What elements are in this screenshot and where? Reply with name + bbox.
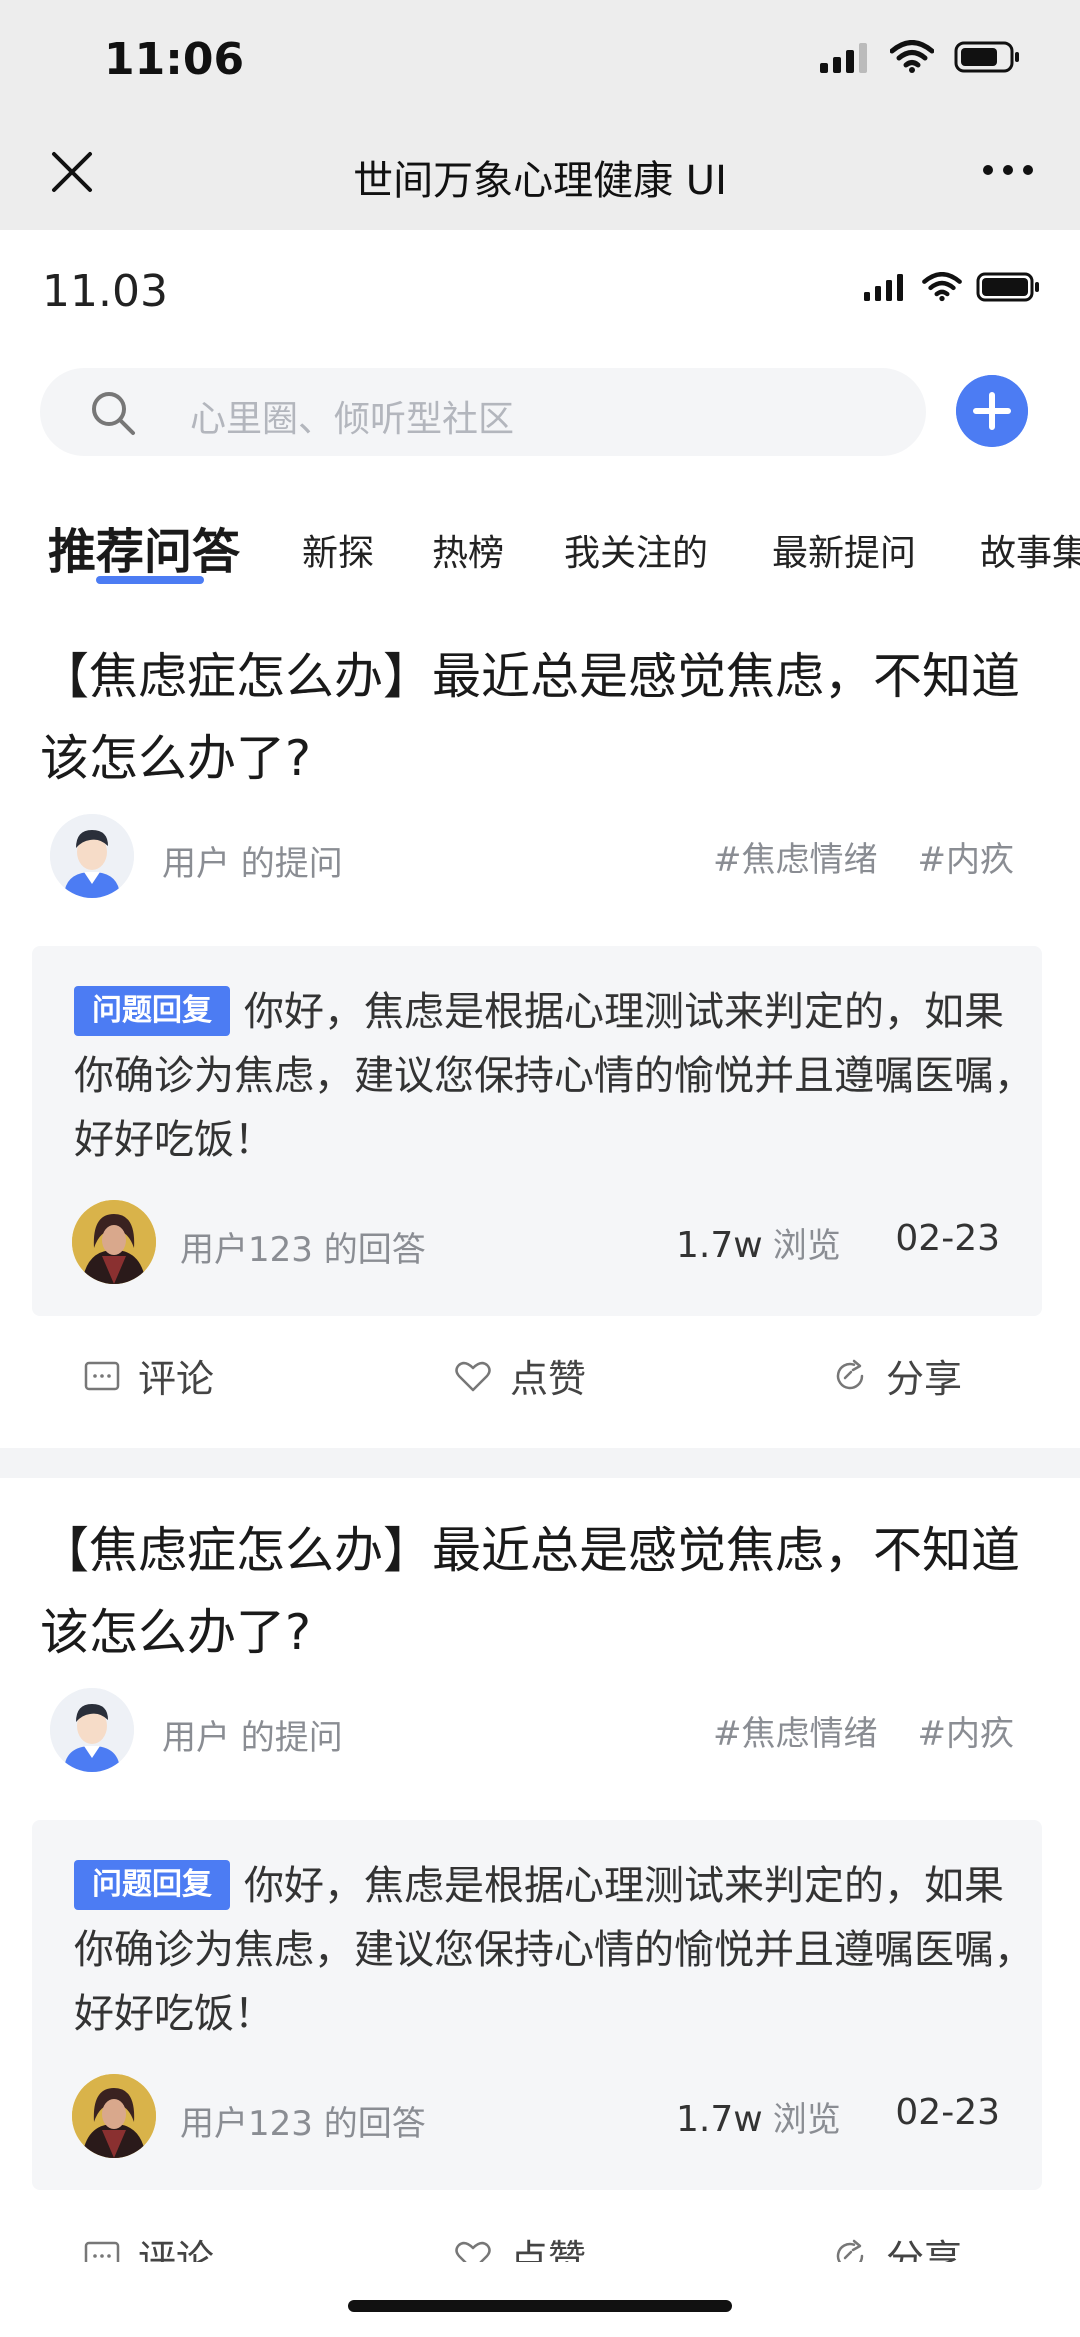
like-label: 点赞 <box>510 2237 587 2262</box>
search-bar[interactable]: 心里圈、倾听型社区 <box>40 368 926 456</box>
tag-list: #焦虑情绪 #内疚 <box>713 1706 1014 1755</box>
share-label: 分享 <box>886 1357 963 1401</box>
tab-following[interactable]: 我关注的 <box>564 524 708 576</box>
share-icon <box>836 2239 864 2262</box>
signal-icon <box>820 43 867 73</box>
outer-time: 11:06 <box>104 34 245 85</box>
add-post-button[interactable] <box>956 375 1028 447</box>
comment-button[interactable]: 评论 <box>84 2228 214 2262</box>
action-bar: 评论 点赞 分享 <box>0 1348 1080 1428</box>
asker-label: 用户 的提问 <box>162 844 343 884</box>
heart-icon <box>455 1361 491 1391</box>
post-date: 02-23 <box>895 1218 1000 1259</box>
tab-recommend-qa[interactable]: 推荐问答 <box>48 512 240 582</box>
battery-icon <box>954 41 1019 73</box>
share-button[interactable]: 分享 <box>832 2228 962 2262</box>
tag[interactable]: #内疚 <box>918 1706 1015 1755</box>
home-indicator[interactable] <box>348 2300 732 2312</box>
reply-badge: 问题回复 <box>74 1860 230 1910</box>
tab-new-explore[interactable]: 新探 <box>302 524 374 576</box>
signal-icon <box>864 274 903 301</box>
wechat-title-bar: 世间万象心理健康 UI <box>0 118 1080 230</box>
section-divider <box>0 1448 1080 1478</box>
view-count: 1.7w 浏览 <box>676 2092 841 2141</box>
avatar[interactable] <box>72 2074 156 2158</box>
wifi-icon <box>890 40 934 73</box>
answer-text: 问题回复 你好，焦虑是根据心理测试来判定的，如果你确诊为焦虑，建议您保持心情的愉悦… <box>74 1854 1034 2046</box>
answer-text: 问题回复 你好，焦虑是根据心理测试来判定的，如果你确诊为焦虑，建议您保持心情的愉悦… <box>74 980 1034 1172</box>
comment-icon <box>84 2241 120 2262</box>
avatar[interactable] <box>50 1688 134 1772</box>
like-button[interactable]: 点赞 <box>454 1348 586 1403</box>
tag[interactable]: #焦虑情绪 <box>713 832 878 881</box>
tab-latest-questions[interactable]: 最新提问 <box>772 524 916 576</box>
view-label: 浏览 <box>772 2100 841 2140</box>
action-bar: 评论 点赞 分享 <box>0 2222 1080 2262</box>
view-number: 1.7w <box>676 2099 763 2140</box>
post-date: 02-23 <box>895 2092 1000 2133</box>
view-label: 浏览 <box>772 1226 841 1266</box>
search-input[interactable]: 心里圈、倾听型社区 <box>190 390 514 442</box>
answerer-label: 用户123 的回答 <box>180 1230 426 1270</box>
user-avatar-icon <box>50 814 134 898</box>
asker-label: 用户 的提问 <box>162 1718 343 1758</box>
answerer-label: 用户123 的回答 <box>180 2104 426 2144</box>
outer-status-icons <box>820 40 1020 74</box>
view-count: 1.7w 浏览 <box>676 1218 841 1267</box>
comment-label: 评论 <box>138 1357 215 1401</box>
page-title: 世间万象心理健康 UI <box>353 158 727 204</box>
reply-badge: 问题回复 <box>74 986 230 1036</box>
question-title[interactable]: 【焦虑症怎么办】最近总是感觉焦虑，不知道该怎么办了? <box>40 1510 1040 1674</box>
answer-panel[interactable]: 问题回复 你好，焦虑是根据心理测试来判定的，如果你确诊为焦虑，建议您保持心情的愉悦… <box>32 946 1042 1316</box>
more-icon[interactable] <box>976 142 1040 198</box>
like-label: 点赞 <box>510 1357 587 1401</box>
active-tab-indicator <box>96 576 204 584</box>
answerer-avatar-icon <box>72 2074 156 2158</box>
inner-status-icons <box>864 272 1040 302</box>
tag[interactable]: #焦虑情绪 <box>713 1706 878 1755</box>
comment-icon <box>84 1361 120 1390</box>
tag-list: #焦虑情绪 #内疚 <box>713 832 1014 881</box>
avatar[interactable] <box>50 814 134 898</box>
comment-label: 评论 <box>138 2237 215 2262</box>
tag[interactable]: #内疚 <box>918 832 1015 881</box>
answer-panel[interactable]: 问题回复 你好，焦虑是根据心理测试来判定的，如果你确诊为焦虑，建议您保持心情的愉悦… <box>32 1820 1042 2190</box>
share-button[interactable]: 分享 <box>832 1348 962 1403</box>
battery-icon <box>976 272 1039 302</box>
heart-icon <box>455 2241 491 2262</box>
avatar[interactable] <box>72 1200 156 1284</box>
share-label: 分享 <box>886 2237 963 2262</box>
app-content: 11.03 心里圈、倾听型社区 推荐问答 新探 热榜 我关注的 最新提问 故事集… <box>0 230 1080 2337</box>
wifi-icon <box>922 272 962 302</box>
outer-status-bar: 11:06 <box>0 0 1080 118</box>
question-title[interactable]: 【焦虑症怎么办】最近总是感觉焦虑，不知道该怎么办了? <box>40 636 1040 800</box>
tab-hot-list[interactable]: 热榜 <box>432 524 504 576</box>
answerer-avatar-icon <box>72 1200 156 1284</box>
view-number: 1.7w <box>676 1225 763 1266</box>
user-avatar-icon <box>50 1688 134 1772</box>
share-icon <box>836 1359 864 1389</box>
search-icon <box>92 392 135 435</box>
like-button[interactable]: 点赞 <box>454 2228 586 2262</box>
tab-stories[interactable]: 故事集 <box>980 524 1080 576</box>
comment-button[interactable]: 评论 <box>84 1348 214 1403</box>
inner-time: 11.03 <box>42 266 168 317</box>
